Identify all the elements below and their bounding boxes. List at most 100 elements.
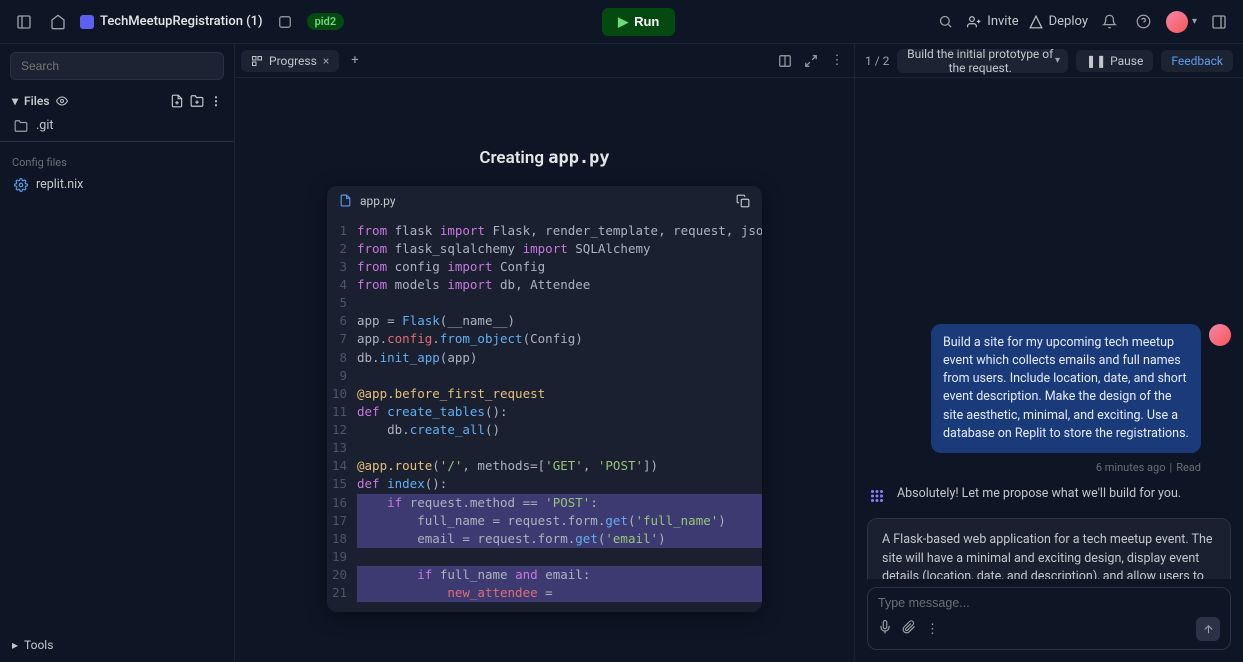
avatar <box>1209 324 1231 346</box>
toggle-right-panel-icon[interactable] <box>1207 10 1231 34</box>
project-name-label: TechMeetupRegistration (1) <box>100 14 263 29</box>
code-line: 12 db.create_all() <box>327 421 762 439</box>
tabbar: Progress × + ⋮ <box>235 44 854 78</box>
search-icon[interactable] <box>933 10 957 34</box>
code-line: 15def index(): <box>327 475 762 493</box>
more-icon[interactable]: ⋮ <box>826 50 848 72</box>
copy-icon[interactable] <box>736 194 750 208</box>
code-line: 5 <box>327 294 762 312</box>
code-line: 14@app.route('/', methods=['GET', 'POST'… <box>327 457 762 475</box>
avatar <box>1166 11 1188 33</box>
home-icon[interactable] <box>46 10 70 34</box>
toggle-sidebar-icon[interactable] <box>12 10 36 34</box>
sidebar: ▾ Files ⋮ .git Config files replit.nix ▸… <box>0 44 235 662</box>
chevron-down-icon[interactable]: ▾ <box>1055 55 1060 66</box>
code-line: 19 <box>327 548 762 566</box>
tab-label: Progress <box>269 54 317 68</box>
pause-icon: ❚❚ <box>1086 54 1106 68</box>
play-icon: ▶ <box>618 14 628 30</box>
project-type-icon <box>80 15 94 29</box>
pause-button[interactable]: ❚❚ Pause <box>1076 50 1153 72</box>
code-line: 7app.config.from_object(Config) <box>327 330 762 348</box>
attach-icon[interactable] <box>902 620 916 638</box>
message-meta: 6 minutes ago|Read <box>867 461 1231 474</box>
eye-icon[interactable] <box>56 95 68 107</box>
feedback-label: Feedback <box>1171 54 1223 68</box>
run-label: Run <box>634 14 659 29</box>
deploy-button[interactable]: Deploy <box>1029 14 1088 29</box>
invite-icon <box>967 15 981 29</box>
file-name: .git <box>36 118 53 133</box>
more-icon[interactable]: ⋮ <box>210 94 222 108</box>
code-line: 2from flask_sqlalchemy import SQLAlchemy <box>327 240 762 258</box>
code-line: 4from models import db, Attendee <box>327 276 762 294</box>
pid-badge: pid2 <box>307 13 345 30</box>
tools-toggle[interactable]: ▸ Tools <box>0 628 234 662</box>
close-icon[interactable]: × <box>323 54 329 68</box>
plan-body: A Flask-based web application for a tech… <box>882 531 1216 579</box>
chevron-down-icon: ▾ <box>12 94 18 108</box>
ai-icon <box>867 486 887 506</box>
invite-button[interactable]: Invite <box>967 14 1018 29</box>
step-description: Build the initial prototype of the reque… <box>905 47 1055 75</box>
folder-icon <box>14 119 28 133</box>
new-file-icon[interactable] <box>170 94 184 108</box>
agent-header: 1 / 2 Build the initial prototype of the… <box>855 44 1243 78</box>
code-card: app.py 1from flask import Flask, render_… <box>327 186 762 613</box>
more-icon[interactable]: ⋮ <box>926 622 939 637</box>
code-line: 13 <box>327 439 762 457</box>
config-section-label: Config files <box>0 146 234 173</box>
ai-intro-row: Absolutely! Let me propose what we'll bu… <box>867 486 1231 506</box>
tools-label: Tools <box>24 638 53 652</box>
project-name[interactable]: TechMeetupRegistration (1) <box>80 14 263 29</box>
bell-icon[interactable] <box>1098 10 1122 34</box>
user-message: Build a site for my upcoming tech meetup… <box>931 324 1201 453</box>
config-file-name: replit.nix <box>36 177 83 192</box>
help-icon[interactable] <box>1132 10 1156 34</box>
pause-label: Pause <box>1110 54 1143 68</box>
code-line: 11def create_tables(): <box>327 403 762 421</box>
creating-title: Creating app.py <box>479 148 609 168</box>
mic-icon[interactable] <box>878 620 892 638</box>
files-label: Files <box>24 94 49 108</box>
search-input[interactable] <box>10 52 224 80</box>
add-tab-button[interactable]: + <box>343 49 366 72</box>
new-folder-icon[interactable] <box>190 94 204 108</box>
code-line: 3from config import Config <box>327 258 762 276</box>
user-message-row: Build a site for my upcoming tech meetup… <box>867 324 1231 453</box>
step-counter: 1 / 2 <box>865 54 889 68</box>
feedback-button[interactable]: Feedback <box>1161 50 1233 72</box>
files-header[interactable]: ▾ Files ⋮ <box>0 88 234 114</box>
composer: ⋮ <box>867 587 1231 650</box>
file-item-git[interactable]: .git <box>0 114 234 137</box>
plan-card: A Flask-based web application for a tech… <box>867 518 1231 579</box>
chevron-down-icon: ▾ <box>1192 16 1197 27</box>
message-input[interactable] <box>878 596 1220 610</box>
ai-intro-text: Absolutely! Let me propose what we'll bu… <box>897 486 1231 501</box>
divider <box>0 141 234 142</box>
account-menu[interactable]: ▾ <box>1166 11 1197 33</box>
code-line: 10@app.before_first_request <box>327 385 762 403</box>
code-card-filename: app.py <box>360 194 396 208</box>
editor-column: Progress × + ⋮ Creating app.py app.py <box>235 44 855 662</box>
gear-icon <box>14 178 28 192</box>
step-desc-box[interactable]: Build the initial prototype of the reque… <box>897 49 1068 73</box>
deploy-icon <box>1029 15 1043 29</box>
run-button[interactable]: ▶ Run <box>602 8 675 36</box>
code-line: 16 if request.method == 'POST': <box>327 494 762 512</box>
code-line: 9 <box>327 367 762 385</box>
config-item-replit-nix[interactable]: replit.nix <box>0 173 234 196</box>
progress-icon <box>251 55 263 67</box>
send-button[interactable] <box>1196 617 1220 641</box>
code-line: 20 if full_name and email: <box>327 566 762 584</box>
arrow-up-icon <box>1202 623 1215 636</box>
file-icon <box>339 194 352 207</box>
code-line: 6app = Flask(__name__) <box>327 312 762 330</box>
code-line: 18 email = request.form.get('email') <box>327 530 762 548</box>
expand-icon[interactable] <box>800 50 822 72</box>
split-icon[interactable] <box>774 50 796 72</box>
tab-progress[interactable]: Progress × <box>241 50 339 72</box>
deploy-label: Deploy <box>1049 14 1088 29</box>
vcs-icon[interactable] <box>273 10 297 34</box>
code-lines: 1from flask import Flask, render_templat… <box>327 216 762 613</box>
